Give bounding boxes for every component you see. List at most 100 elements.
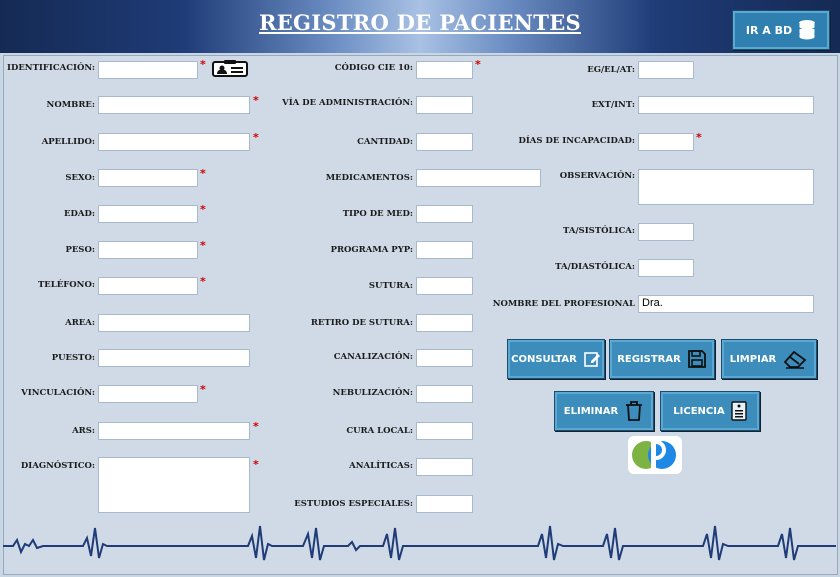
licencia-button[interactable]: LICENCIA — [660, 391, 760, 431]
label-apellido: APELLIDO: — [41, 137, 95, 147]
label-cantidad: CANTIDAD: — [357, 137, 413, 147]
edad-input[interactable] — [98, 205, 198, 223]
label-ta-diastolica: TA/DIASTÓLICA: — [555, 262, 635, 272]
nombre-input[interactable] — [98, 96, 250, 114]
telefono-input[interactable] — [98, 277, 198, 295]
nebulizacion-input[interactable] — [416, 385, 473, 403]
required-mark: * — [253, 420, 259, 433]
label-sexo: SEXO: — [65, 173, 95, 183]
observacion-textarea[interactable] — [638, 169, 814, 205]
label-eg-el-at: EG/EL/AT: — [587, 65, 635, 75]
id-card-icon[interactable] — [212, 60, 248, 78]
codigo-cie-input[interactable] — [416, 61, 473, 79]
cantidad-input[interactable] — [416, 133, 473, 151]
trash-icon — [626, 401, 643, 421]
label-cura-local: CURA LOCAL: — [346, 426, 413, 436]
label-vinculacion: VINCULACIÓN: — [21, 388, 95, 398]
document-icon — [731, 401, 747, 421]
registrar-button[interactable]: REGISTRAR — [609, 339, 715, 379]
label-puesto: PUESTO: — [51, 353, 95, 363]
eg-el-at-input[interactable] — [638, 61, 694, 79]
sutura-input[interactable] — [416, 277, 473, 295]
label-area: AREA: — [65, 318, 95, 328]
consultar-label: CONSULTAR — [511, 353, 577, 365]
save-icon — [687, 350, 706, 368]
tipo-med-input[interactable] — [416, 205, 473, 223]
database-icon — [798, 20, 816, 41]
label-nombre-profesional: NOMBRE DEL PROFESIONAL — [492, 299, 635, 309]
ir-a-bd-label: IR A BD — [745, 23, 793, 37]
ta-sistolica-input[interactable] — [638, 223, 694, 241]
required-mark: * — [200, 203, 206, 216]
required-mark: * — [253, 94, 259, 107]
label-tipo-med: TIPO DE MED: — [342, 209, 413, 219]
label-retiro-sutura: RETIRO DE SUTURA: — [310, 318, 413, 328]
label-telefono: TELÉFONO: — [37, 280, 95, 290]
medicamentos-input[interactable] — [416, 169, 541, 187]
required-mark: * — [200, 58, 206, 71]
label-diagnostico: DIAGNÓSTICO: — [20, 461, 95, 471]
estudios-especiales-input[interactable] — [416, 495, 473, 513]
programa-pyp-input[interactable] — [416, 241, 473, 259]
label-nebulizacion: NEBULIZACIÓN: — [332, 388, 413, 398]
nombre-profesional-input[interactable]: Dra. — [638, 295, 814, 313]
ext-int-input[interactable] — [638, 96, 814, 114]
area-input[interactable] — [98, 314, 250, 332]
label-codigo-cie: CÓDIGO CIE 10: — [334, 63, 413, 73]
sexo-input[interactable] — [98, 169, 198, 187]
label-dias-incapacidad: DÍAS DE INCAPACIDAD: — [518, 136, 635, 146]
label-ext-int: EXT/INT: — [591, 100, 635, 110]
label-medicamentos: MEDICAMENTOS: — [325, 173, 413, 183]
via-administracion-input[interactable] — [416, 96, 473, 114]
label-ta-sistolica: TA/SISTÓLICA: — [563, 226, 635, 236]
label-programa-pyp: PROGRAMA PYP: — [330, 245, 413, 255]
label-estudios-especiales: ESTUDIOS ESPECIALES: — [294, 499, 413, 509]
page-title: REGISTRO DE PACIENTES — [259, 10, 581, 35]
registrar-label: REGISTRAR — [617, 353, 681, 365]
consultar-button[interactable]: CONSULTAR — [507, 339, 605, 379]
required-mark: * — [200, 383, 206, 396]
eliminar-button[interactable]: ELIMINAR — [554, 391, 654, 431]
label-analiticas: ANALÍTICAS: — [349, 461, 413, 471]
identificacion-input[interactable] — [98, 61, 198, 79]
eraser-icon — [784, 350, 807, 369]
label-canalizacion: CANALIZACIÓN: — [333, 352, 413, 362]
analiticas-input[interactable] — [416, 458, 473, 476]
cura-local-input[interactable] — [416, 422, 473, 440]
retiro-sutura-input[interactable] — [416, 314, 473, 332]
licencia-label: LICENCIA — [673, 405, 725, 417]
ir-a-bd-button[interactable]: IR A BD — [732, 10, 830, 50]
required-mark: * — [253, 131, 259, 144]
label-edad: EDAD: — [64, 209, 95, 219]
label-sutura: SUTURA: — [368, 281, 413, 291]
ta-diastolica-input[interactable] — [638, 259, 694, 277]
apellido-input[interactable] — [98, 133, 250, 151]
vinculacion-input[interactable] — [98, 385, 198, 403]
label-observacion: OBSERVACIÓN: — [559, 171, 635, 181]
canalizacion-input[interactable] — [416, 349, 473, 367]
logo-icon — [632, 440, 676, 471]
label-via-administracion: VÍA DE ADMINISTRACIÓN: — [282, 98, 413, 108]
diagnostico-textarea[interactable] — [98, 457, 250, 513]
label-identificacion: IDENTIFICACIÓN: — [6, 63, 95, 73]
ecg-line-decoration — [3, 525, 836, 561]
label-peso: PESO: — [65, 245, 95, 255]
required-mark: * — [253, 458, 259, 471]
required-mark: * — [200, 167, 206, 180]
limpiar-button[interactable]: LIMPIAR — [721, 339, 817, 379]
dias-incapacidad-input[interactable] — [638, 133, 694, 151]
company-logo — [628, 436, 682, 474]
limpiar-label: LIMPIAR — [729, 353, 777, 365]
required-mark: * — [475, 58, 481, 71]
ars-input[interactable] — [98, 422, 250, 440]
required-mark: * — [200, 239, 206, 252]
label-nombre: NOMBRE: — [46, 100, 95, 110]
required-mark: * — [200, 275, 206, 288]
header-banner: REGISTRO DE PACIENTES IR A BD — [0, 0, 840, 53]
edit-icon — [584, 352, 600, 367]
label-ars: ARS: — [72, 426, 95, 436]
peso-input[interactable] — [98, 241, 198, 259]
puesto-input[interactable] — [98, 349, 250, 367]
required-mark: * — [696, 131, 702, 144]
eliminar-label: ELIMINAR — [563, 405, 619, 417]
